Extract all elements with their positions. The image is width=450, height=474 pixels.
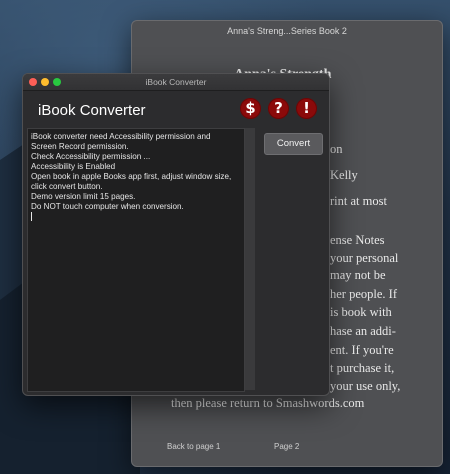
convert-button[interactable]: Convert bbox=[264, 133, 323, 155]
book-line: Kelly bbox=[330, 168, 358, 182]
window-title: iBook Converter bbox=[145, 77, 207, 87]
log-line: Demo version limit 15 pages. bbox=[31, 192, 136, 201]
book-line: her people. If bbox=[330, 287, 397, 301]
log-line: Open book in apple Books app first, adju… bbox=[31, 172, 234, 191]
book-line: rint at most bbox=[330, 194, 387, 208]
books-window-title: Anna's Streng...Series Book 2 bbox=[227, 26, 347, 36]
book-line: ense Notes bbox=[330, 233, 385, 247]
app-title: iBook Converter bbox=[38, 102, 146, 119]
converter-titlebar[interactable]: iBook Converter bbox=[23, 74, 329, 91]
book-line: your personal bbox=[330, 251, 399, 265]
log-text: iBook converter need Accessibility permi… bbox=[31, 132, 236, 222]
log-line: Check Accessibility permission ... bbox=[31, 152, 151, 161]
book-line: is book with bbox=[330, 305, 392, 319]
book-line: on bbox=[330, 142, 343, 156]
alert-icon[interactable]: ! bbox=[296, 98, 317, 119]
book-line: then please return to Smashwords.com bbox=[171, 396, 365, 410]
back-to-page-link[interactable]: Back to page 1 bbox=[167, 442, 220, 451]
log-line: Do NOT touch computer when conversion. bbox=[31, 202, 184, 211]
text-cursor bbox=[31, 212, 32, 221]
dollar-icon[interactable]: $ bbox=[240, 98, 261, 119]
log-textarea[interactable]: iBook converter need Accessibility permi… bbox=[27, 128, 245, 392]
book-line: t purchase it, bbox=[330, 361, 395, 375]
log-line: iBook converter need Accessibility permi… bbox=[31, 132, 213, 151]
book-line: may not be bbox=[330, 268, 386, 282]
page-indicator: Page 2 bbox=[274, 442, 300, 451]
book-line: your use only, bbox=[330, 379, 401, 393]
log-line: Accessibility is Enabled bbox=[31, 162, 116, 171]
book-line: ent. If you're bbox=[330, 343, 394, 357]
converter-window[interactable]: iBook Converter iBook Converter $ ? ! iB… bbox=[22, 73, 330, 396]
book-line: hase an addi- bbox=[330, 324, 396, 338]
log-scrollbar[interactable] bbox=[245, 128, 255, 390]
help-icon[interactable]: ? bbox=[268, 98, 289, 119]
